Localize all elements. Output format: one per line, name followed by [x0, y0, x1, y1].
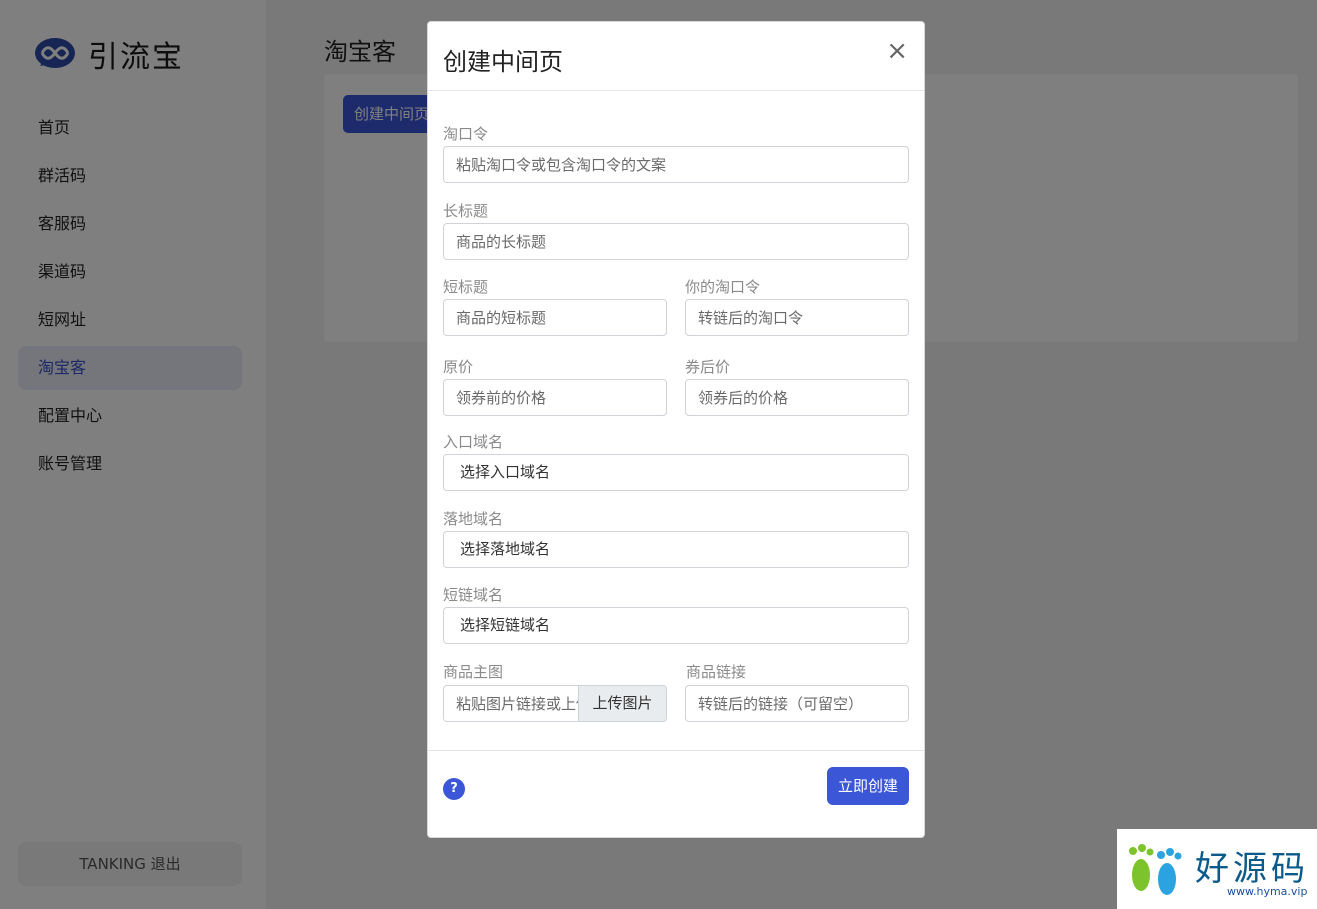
submit-create-button[interactable]: 立即创建 — [827, 767, 909, 805]
original-price-label: 原价 — [443, 358, 474, 376]
modal-footer: ? 立即创建 — [428, 750, 924, 838]
watermark-text: 好源码 — [1195, 849, 1309, 889]
watermark: 好源码 www.hyma.vip — [1117, 829, 1317, 909]
short-domain-label: 短链域名 — [443, 586, 504, 604]
short-domain-select[interactable]: 选择短链域名 — [443, 607, 909, 644]
your-taokouling-label: 你的淘口令 — [685, 278, 761, 296]
long-title-label: 长标题 — [443, 202, 489, 220]
short-title-input[interactable] — [443, 299, 667, 336]
taokouling-input[interactable] — [443, 146, 909, 183]
product-link-label: 商品链接 — [686, 663, 747, 681]
feet-logo-icon — [1129, 844, 1182, 895]
modal-title: 创建中间页 — [443, 48, 563, 76]
short-title-label: 短标题 — [443, 278, 489, 296]
product-link-input[interactable] — [685, 685, 909, 722]
upload-image-button[interactable]: 上传图片 — [578, 686, 666, 721]
help-icon[interactable]: ? — [443, 778, 465, 800]
main-image-group: 上传图片 — [443, 685, 667, 722]
coupon-price-input[interactable] — [685, 379, 909, 416]
landing-domain-label: 落地域名 — [443, 510, 504, 528]
main-image-label: 商品主图 — [443, 663, 504, 681]
entry-domain-select[interactable]: 选择入口域名 — [443, 454, 909, 491]
your-taokouling-input[interactable] — [685, 299, 909, 336]
main-image-input[interactable] — [444, 686, 578, 721]
long-title-input[interactable] — [443, 223, 909, 260]
watermark-url: www.hyma.vip — [1227, 885, 1308, 898]
entry-domain-label: 入口域名 — [443, 433, 504, 451]
coupon-price-label: 券后价 — [685, 358, 731, 376]
original-price-input[interactable] — [443, 379, 667, 416]
modal-header: 创建中间页 × — [428, 22, 924, 91]
landing-domain-select[interactable]: 选择落地域名 — [443, 531, 909, 568]
taokouling-label: 淘口令 — [443, 125, 489, 143]
create-page-modal: 创建中间页 × 淘口令 长标题 短标题 你的淘口令 原价 券后价 入口域名 选择… — [427, 21, 925, 838]
close-icon[interactable]: × — [886, 36, 908, 66]
